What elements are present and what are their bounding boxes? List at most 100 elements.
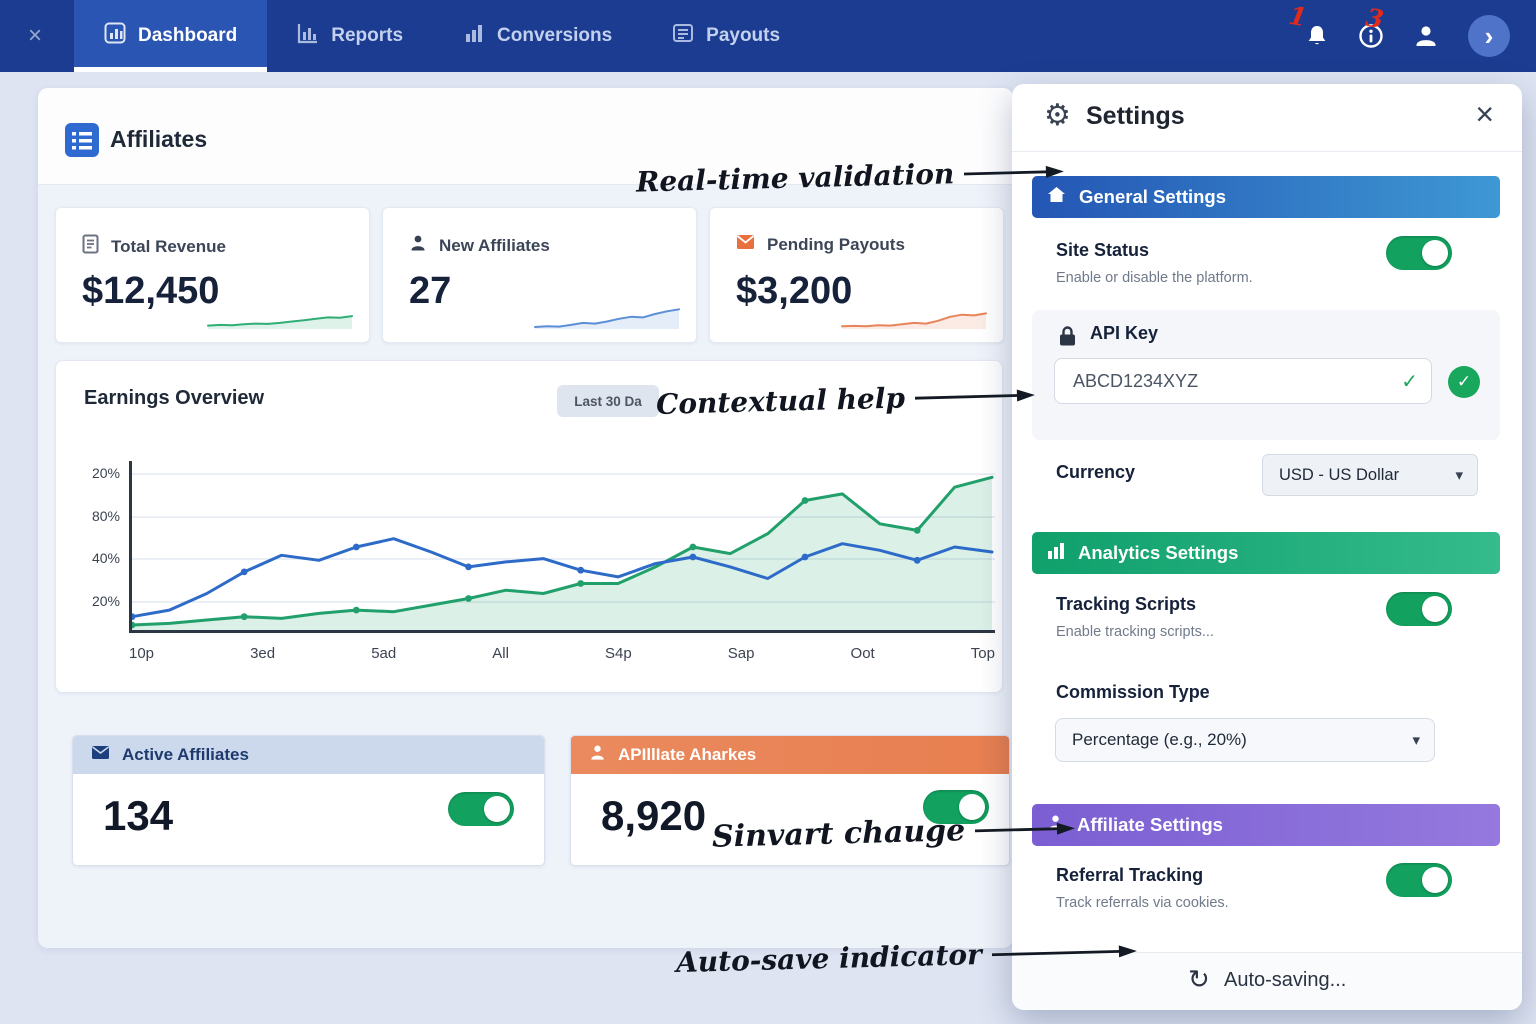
x-tick-label: Top — [971, 645, 995, 662]
chevron-down-icon: ▾ — [1455, 466, 1463, 484]
annotation-arrow — [975, 820, 1075, 839]
settings-close-icon[interactable]: × — [1475, 96, 1494, 133]
stat-card-header: Pending Payouts — [736, 234, 905, 255]
referral-tracking-toggle[interactable] — [1386, 863, 1452, 897]
tab-label: Dashboard — [138, 25, 237, 47]
site-status-label: Site Status — [1056, 240, 1149, 261]
api-key-label: API Key — [1090, 323, 1158, 344]
currency-select[interactable]: USD - US Dollar ▾ — [1262, 454, 1478, 496]
payouts-sparkline — [839, 292, 989, 332]
card-value: 134 — [103, 792, 173, 840]
stat-value: 27 — [409, 270, 451, 313]
chevron-down-icon: ▾ — [1412, 731, 1420, 749]
stat-card-pending-payouts: Pending Payouts $3,200 — [709, 207, 1004, 343]
receipt-icon — [82, 234, 99, 259]
home-icon — [1047, 186, 1066, 208]
tab-label: Payouts — [706, 25, 780, 47]
card-value: 8,920 — [601, 792, 706, 840]
site-status-toggle[interactable] — [1386, 236, 1452, 270]
active-affiliates-card: Active Affiliates 134 — [72, 735, 545, 866]
nav-close-icon[interactable]: × — [28, 22, 42, 50]
settings-header: ⚙ Settings × — [1012, 84, 1522, 152]
nav-right-cluster: › — [1304, 0, 1510, 72]
stat-label: Pending Payouts — [767, 235, 905, 255]
active-affiliates-toggle[interactable] — [448, 792, 514, 826]
tracking-scripts-toggle[interactable] — [1386, 592, 1452, 626]
x-axis-labels: 10p 3ed 5ad All S4p Sap Oot Top — [129, 645, 995, 662]
currency-label: Currency — [1056, 462, 1135, 483]
section-title: Analytics Settings — [1078, 542, 1238, 564]
stat-card-header: New Affiliates — [409, 234, 550, 257]
autosave-status-text: Auto-saving... — [1224, 969, 1346, 992]
annotation-arrow — [964, 163, 1064, 182]
stat-card-new-affiliates: New Affiliates 27 — [382, 207, 697, 343]
api-key-input[interactable] — [1054, 358, 1432, 404]
valid-status-icon: ✓ — [1448, 366, 1480, 398]
settings-title: Settings — [1086, 102, 1185, 131]
y-tick-label: 40% — [72, 550, 120, 566]
card-title: APIllIate Aharkes — [618, 745, 756, 765]
x-tick-label: 3ed — [250, 645, 275, 662]
stat-label: New Affiliates — [439, 236, 550, 256]
tab-conversions[interactable]: Conversions — [433, 0, 642, 72]
dashboard-icon — [104, 22, 126, 50]
tracking-scripts-description: Enable tracking scripts... — [1056, 624, 1214, 640]
person-icon — [409, 234, 427, 257]
gear-icon: ⚙ — [1044, 98, 1071, 133]
nav-chevron-button[interactable]: › — [1468, 15, 1510, 57]
stat-card-header: Total Revenue — [82, 234, 226, 259]
envelope-icon — [91, 745, 110, 765]
autosave-spinner-icon: ↻ — [1188, 965, 1210, 995]
tab-payouts[interactable]: Payouts — [642, 0, 810, 72]
annotation-text: Contextual help — [656, 381, 906, 421]
x-tick-label: Oot — [851, 645, 875, 662]
earnings-title: Earnings Overview — [84, 387, 264, 410]
referral-tracking-label: Referral Tracking — [1056, 865, 1203, 886]
reports-icon — [297, 22, 319, 50]
card-title: Active Affiliates — [122, 745, 249, 765]
affiliate-settings-section-header: Affiliate Settings — [1032, 804, 1500, 846]
section-title: Affiliate Settings — [1077, 814, 1223, 836]
card-header: APIllIate Aharkes — [571, 736, 1009, 774]
person-icon — [589, 744, 606, 766]
envelope-icon — [736, 234, 755, 255]
tab-dashboard[interactable]: Dashboard — [74, 0, 267, 72]
site-status-description: Enable or disable the platform. — [1056, 270, 1253, 286]
stat-value: $12,450 — [82, 270, 219, 313]
api-key-block: API Key ✓ ✓ — [1032, 310, 1500, 440]
x-tick-label: All — [492, 645, 509, 662]
settings-panel: ⚙ Settings × General Settings Site Statu… — [1012, 84, 1522, 1010]
stat-card-total-revenue: Total Revenue $12,450 — [55, 207, 370, 343]
revenue-sparkline — [205, 292, 355, 332]
analytics-settings-section-header: Analytics Settings — [1032, 532, 1500, 574]
nav-tabs: Dashboard Reports Conversions Payouts — [74, 0, 810, 72]
validation-check-icon: ✓ — [1401, 369, 1418, 393]
account-icon[interactable] — [1412, 22, 1440, 50]
x-tick-label: 10p — [129, 645, 154, 662]
x-tick-label: 5ad — [371, 645, 396, 662]
tab-reports[interactable]: Reports — [267, 0, 433, 72]
y-tick-label: 80% — [72, 508, 120, 524]
x-tick-label: S4p — [605, 645, 632, 662]
earnings-line-chart — [129, 461, 995, 633]
y-tick-label: 20% — [72, 465, 120, 481]
commission-type-select[interactable]: Percentage (e.g., 20%) ▾ — [1055, 718, 1435, 762]
card-header: Active Affiliates — [73, 736, 544, 774]
tracking-scripts-label: Tracking Scripts — [1056, 594, 1196, 615]
stat-value: $3,200 — [736, 270, 852, 313]
affiliates-list-icon — [64, 122, 100, 163]
conversions-icon — [463, 22, 485, 50]
section-title: General Settings — [1079, 186, 1226, 208]
page-title: Affiliates — [110, 126, 207, 153]
api-key-input-wrap: ✓ — [1054, 358, 1432, 404]
annotation-arrow — [915, 387, 1035, 406]
notifications-bell-icon[interactable] — [1304, 23, 1330, 49]
affiliates-sparkline — [532, 292, 682, 332]
stat-label: Total Revenue — [111, 237, 226, 257]
payouts-icon — [672, 22, 694, 50]
date-range-button[interactable]: Last 30 Da — [557, 385, 659, 417]
annotation-text: Sinvart chauge — [712, 813, 966, 855]
general-settings-section-header: General Settings — [1032, 176, 1500, 218]
lock-icon — [1058, 325, 1077, 352]
x-tick-label: Sap — [728, 645, 755, 662]
